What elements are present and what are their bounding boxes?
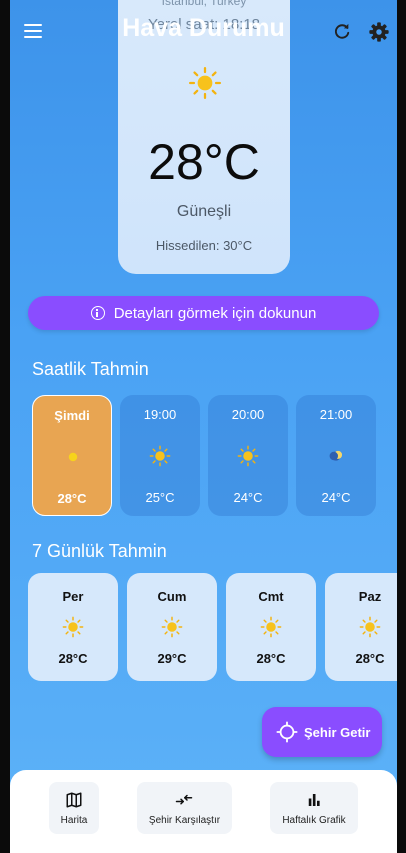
day-card[interactable]: Per 28°C: [28, 573, 118, 681]
page-title: Hava Durumu: [122, 14, 285, 42]
sun-icon: [188, 66, 222, 100]
day-temp: 28°C: [256, 651, 286, 666]
day-name: Cmt: [258, 589, 284, 604]
hourly-forecast-list: Şimdi 28°C 19:00 25°C 20:00 24°C 21:00 2…: [32, 395, 392, 516]
hour-time: 20:00: [231, 407, 265, 422]
hour-temp: 28°C: [57, 491, 87, 506]
day-name: Paz: [358, 589, 382, 604]
daily-forecast-list: Per 28°C Cum 29°C Cmt 28°C Paz 28°C: [28, 573, 397, 682]
feels-like-text: Hissedilen: 30°C: [155, 238, 253, 253]
hour-time: Şimdi: [54, 408, 90, 423]
bottom-navigation: Harita Şehir Karşılaştır Haftalık Grafik: [10, 770, 397, 853]
bar-chart-icon: [308, 794, 320, 806]
hour-card[interactable]: 20:00 24°C: [208, 395, 288, 516]
day-temp: 28°C: [58, 651, 88, 666]
sun-icon: [62, 616, 84, 638]
info-icon: [90, 306, 105, 320]
day-name: Per: [62, 589, 84, 604]
nav-compare-label: Şehir Karşılaştır: [148, 815, 221, 826]
app-header: Hava Durumu: [10, 0, 397, 60]
daily-forecast-title: 7 Günlük Tahmin: [32, 541, 167, 561]
current-temperature: 28°C: [148, 134, 260, 190]
nav-compare-button[interactable]: Şehir Karşılaştır: [137, 782, 232, 834]
day-name: Cum: [157, 589, 187, 604]
fetch-city-label: Şehir Getir: [304, 724, 371, 740]
map-icon: [66, 792, 82, 808]
sun-icon: [260, 616, 282, 638]
hour-temp: 25°C: [145, 490, 175, 505]
fetch-city-button[interactable]: Şehir Getir: [262, 707, 382, 757]
hour-temp: 24°C: [233, 490, 263, 505]
hour-time: 21:00: [319, 407, 353, 422]
hour-temp: 24°C: [321, 490, 351, 505]
day-card[interactable]: Cmt 28°C: [226, 573, 316, 681]
sun-icon: [161, 616, 183, 638]
day-temp: 29°C: [157, 651, 187, 666]
weather-app: Istanbul, Turkey Yerel saat: 18:18 28°C …: [10, 0, 397, 853]
sun-icon: [359, 616, 381, 638]
day-card[interactable]: Paz 28°C: [325, 573, 397, 681]
compare-icon: [175, 794, 193, 805]
current-condition: Güneşli: [176, 203, 232, 220]
hour-card[interactable]: 21:00 24°C: [296, 395, 376, 516]
hour-card[interactable]: 19:00 25°C: [120, 395, 200, 516]
hour-card-now[interactable]: Şimdi 28°C: [32, 395, 112, 516]
sun-icon: [68, 452, 78, 462]
nav-map-label: Harita: [60, 815, 88, 826]
nav-weekly-chart-button[interactable]: Haftalık Grafik: [270, 782, 358, 834]
day-temp: 28°C: [355, 651, 385, 666]
nav-weekly-chart-label: Haftalık Grafik: [282, 815, 346, 826]
sun-icon: [237, 445, 259, 467]
details-button[interactable]: Detayları görmek için dokunun: [28, 296, 379, 330]
locate-icon: [276, 721, 298, 743]
sun-icon: [149, 445, 171, 467]
hourly-forecast-title: Saatlik Tahmin: [32, 359, 149, 379]
nav-map-button[interactable]: Harita: [49, 782, 99, 834]
hour-time: 19:00: [143, 407, 177, 422]
day-card[interactable]: Cum 29°C: [127, 573, 217, 681]
moon-icon: [329, 450, 343, 461]
details-button-label: Detayları görmek için dokunun: [113, 304, 317, 322]
